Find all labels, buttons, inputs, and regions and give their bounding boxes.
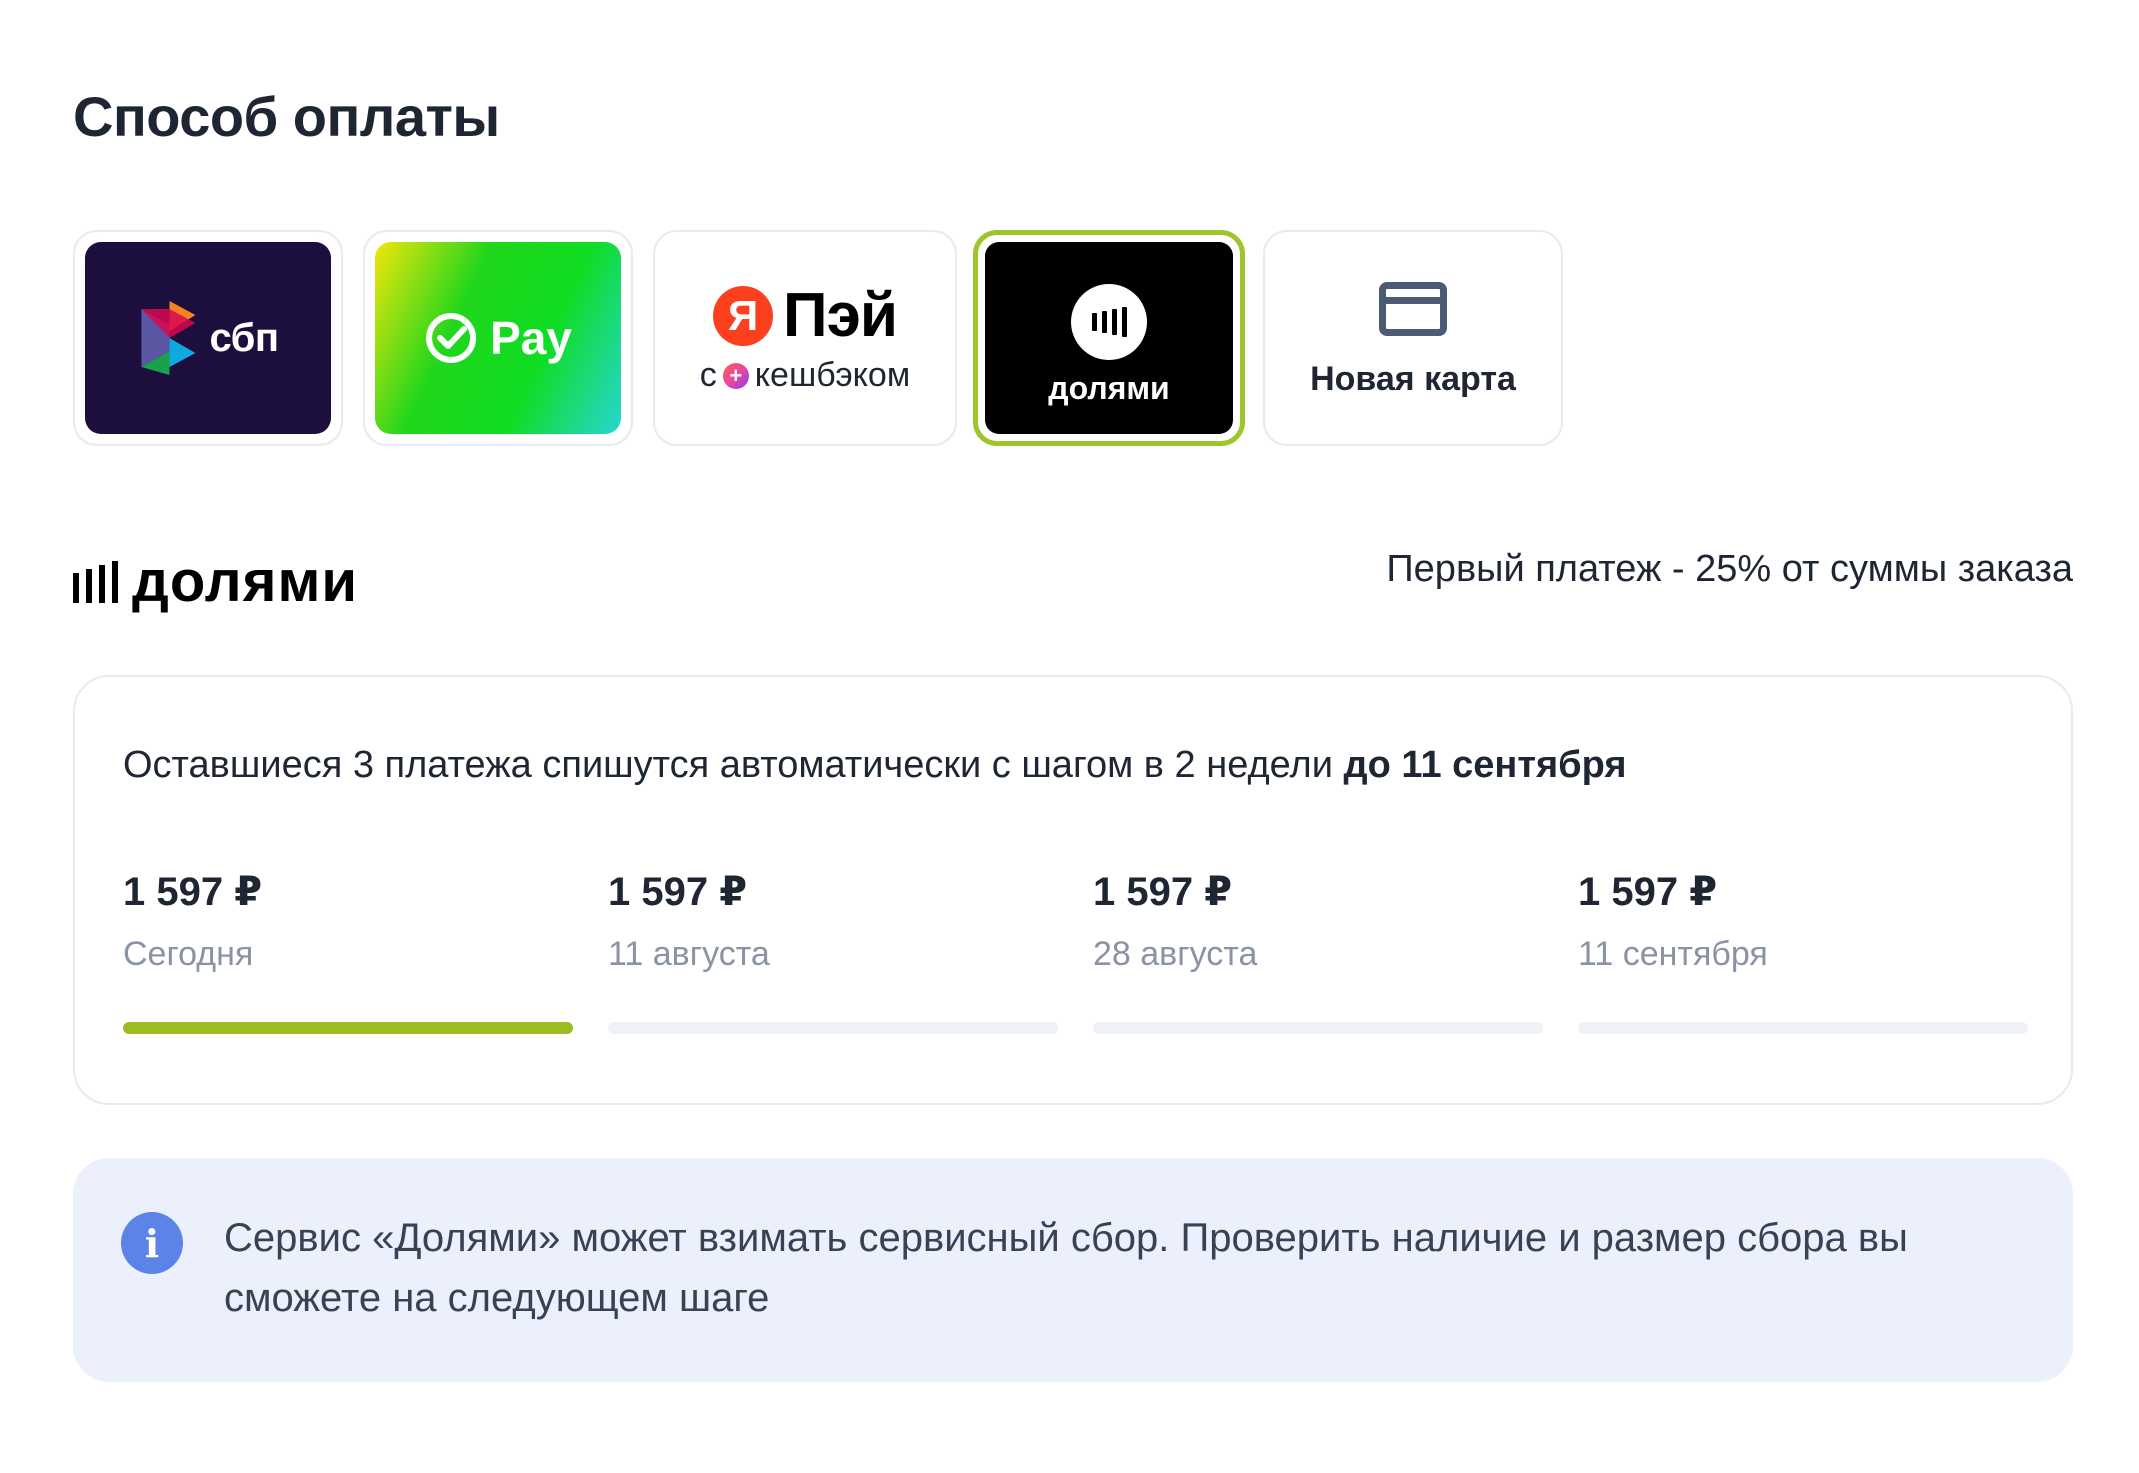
installment-date: 11 августа bbox=[608, 935, 770, 973]
payment-methods: сбп Pay Я Пэй с + кешбэком долями Новая … bbox=[73, 230, 1573, 446]
installment-progress-bar bbox=[608, 1022, 1058, 1034]
installment-amount: 1 597 ₽ bbox=[1093, 870, 1233, 914]
sber-check-icon bbox=[426, 313, 477, 363]
installment-amount: 1 597 ₽ bbox=[1578, 870, 1718, 914]
new-card-label: Новая карта bbox=[1310, 360, 1516, 398]
schedule-text: Оставшиеся 3 платежа спишутся автоматиче… bbox=[123, 744, 1333, 786]
installment-date: Сегодня bbox=[123, 935, 254, 973]
plus-icon: + bbox=[722, 362, 749, 389]
installments-list: 1 597 ₽ Сегодня 1 597 ₽ 11 августа 1 597… bbox=[123, 869, 2028, 1034]
notice-text: Сервис «Долями» может взимать сервисный … bbox=[224, 1216, 1908, 1320]
yandex-pay-label: Пэй bbox=[783, 281, 898, 350]
yandex-pay-sub-label: кешбэком bbox=[754, 356, 911, 394]
payment-schedule-card: Оставшиеся 3 платежа спишутся автоматиче… bbox=[73, 675, 2073, 1105]
yandex-logo-icon: Я bbox=[713, 285, 774, 346]
first-payment-info: Первый платеж - 25% от суммы заказа bbox=[1386, 548, 2073, 590]
dolyami-bars-icon bbox=[73, 561, 118, 603]
installment-progress-bar bbox=[123, 1022, 573, 1034]
installment-item: 1 597 ₽ Сегодня bbox=[123, 869, 573, 974]
page-title: Способ оплаты bbox=[73, 85, 500, 148]
payment-method-new-card[interactable]: Новая карта bbox=[1263, 230, 1563, 446]
dolyami-method-label: долями bbox=[1048, 370, 1170, 406]
installment-date: 28 августа bbox=[1093, 935, 1258, 973]
payment-method-sbp[interactable]: сбп bbox=[73, 230, 343, 446]
yandex-pay-sub-prefix: с bbox=[699, 356, 717, 394]
installment-progress-bar bbox=[1093, 1022, 1543, 1034]
sbp-logo-icon bbox=[141, 301, 196, 375]
schedule-deadline: до 11 сентября bbox=[1343, 744, 1627, 786]
service-fee-notice: i Сервис «Долями» может взимать сервисны… bbox=[73, 1158, 2073, 1382]
installment-date: 11 сентября bbox=[1578, 935, 1768, 973]
payment-method-dolyami[interactable]: долями bbox=[973, 230, 1245, 446]
dolyami-logo-icon bbox=[1071, 284, 1147, 360]
installment-amount: 1 597 ₽ bbox=[608, 870, 748, 914]
installment-item: 1 597 ₽ 28 августа bbox=[1093, 869, 1543, 974]
sbp-label: сбп bbox=[209, 315, 279, 360]
credit-card-icon bbox=[1379, 282, 1447, 336]
installment-progress-bar bbox=[1578, 1022, 2028, 1034]
dolyami-brand-logo: долями bbox=[73, 553, 358, 611]
installment-amount: 1 597 ₽ bbox=[123, 870, 263, 914]
payment-method-yandex-pay[interactable]: Я Пэй с + кешбэком bbox=[653, 230, 957, 446]
dolyami-brand-text: долями bbox=[132, 549, 359, 614]
schedule-description: Оставшиеся 3 платежа спишутся автоматиче… bbox=[123, 744, 1627, 787]
sberpay-label: Pay bbox=[490, 312, 572, 364]
installment-item: 1 597 ₽ 11 сентября bbox=[1578, 869, 2028, 974]
info-icon: i bbox=[121, 1212, 183, 1274]
payment-method-sberpay[interactable]: Pay bbox=[363, 230, 633, 446]
installment-item: 1 597 ₽ 11 августа bbox=[608, 869, 1058, 974]
